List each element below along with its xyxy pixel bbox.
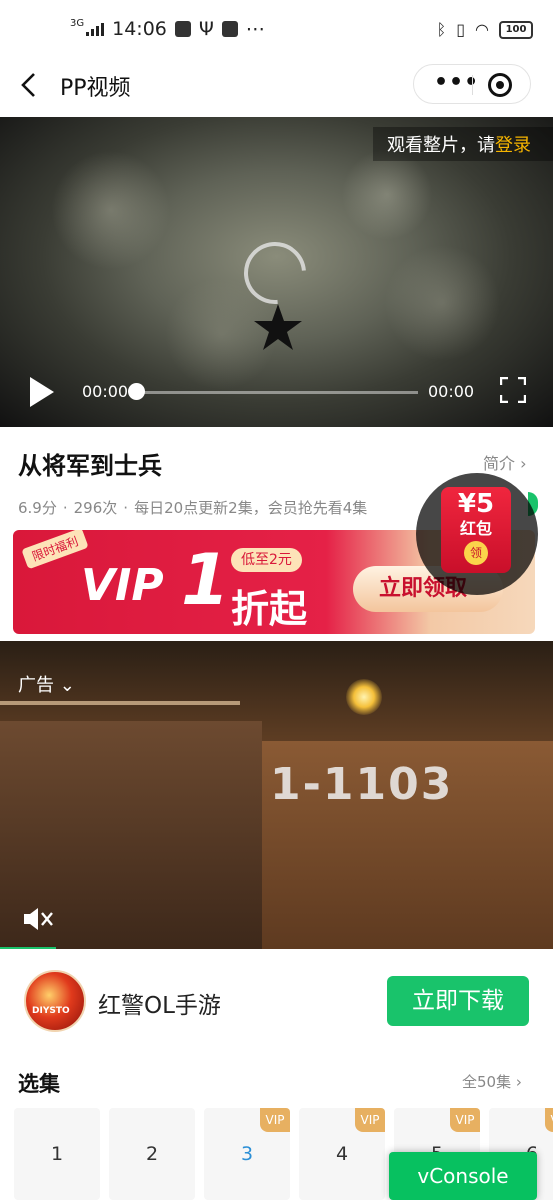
status-bar: 3G 14:06 Ψ ⋯ ᛒ ▯ ◠ 100 bbox=[0, 0, 553, 58]
app-name: 红警OL手游 bbox=[98, 993, 221, 1019]
duration: 00:00 bbox=[428, 382, 475, 401]
close-mini-program-icon[interactable] bbox=[488, 73, 512, 97]
all-episodes-label: 全50集 bbox=[462, 1073, 512, 1091]
wifi-icon: ◠ bbox=[475, 20, 489, 39]
red-packet-icon: ¥5 红包 领 bbox=[441, 487, 511, 573]
star-emblem bbox=[254, 304, 302, 350]
video-title: 从将军到士兵 bbox=[18, 452, 162, 480]
mini-program-capsule: ••• bbox=[413, 64, 531, 104]
red-packet-float[interactable]: ¥5 红包 领 bbox=[416, 473, 538, 595]
vip-badge: VIP bbox=[260, 1108, 290, 1132]
chevron-right-icon: › bbox=[520, 454, 527, 473]
play-icon[interactable] bbox=[28, 375, 56, 409]
vconsole-button[interactable]: vConsole bbox=[389, 1152, 537, 1200]
episode-item-selected[interactable]: 3 VIP bbox=[204, 1108, 290, 1200]
episode-number: 1 bbox=[50, 1143, 64, 1165]
download-button[interactable]: 立即下载 bbox=[387, 976, 529, 1026]
episode-number: 3 bbox=[240, 1143, 254, 1165]
episode-item[interactable]: 1 bbox=[14, 1108, 100, 1200]
vip-discount-number: 1 bbox=[181, 539, 230, 621]
network-type: 3G bbox=[70, 17, 85, 29]
update-info: 每日20点更新2集，会员抢先看4集 bbox=[134, 499, 368, 517]
video-score: 6.9分 bbox=[18, 499, 57, 517]
back-icon[interactable] bbox=[18, 70, 42, 100]
vibrate-icon: ▯ bbox=[456, 20, 466, 39]
episode-item[interactable]: 4 VIP bbox=[299, 1108, 385, 1200]
nav-bar: PP视频 ••• bbox=[0, 58, 553, 116]
capsule-divider bbox=[472, 75, 473, 95]
usb-icon: Ψ bbox=[198, 18, 214, 40]
ship-lamp bbox=[346, 679, 382, 715]
price-pill: 低至2元 bbox=[231, 548, 302, 572]
meta-separator: · bbox=[123, 499, 129, 517]
episode-item[interactable]: 2 bbox=[109, 1108, 195, 1200]
bluetooth-icon: ᛒ bbox=[436, 20, 447, 39]
video-meta: 6.9分 · 296次 · 每日20点更新2集，会员抢先看4集 bbox=[18, 497, 367, 518]
progress-knob[interactable] bbox=[128, 383, 145, 400]
episodes-title: 选集 bbox=[18, 1072, 60, 1096]
discount-suffix: 折起 bbox=[231, 587, 308, 631]
status-right: ᛒ ▯ ◠ 100 bbox=[437, 20, 533, 39]
check-icon bbox=[174, 21, 191, 37]
app-icon[interactable]: DIYSTO bbox=[24, 970, 86, 1032]
red-packet-get: 领 bbox=[464, 541, 488, 565]
red-packet-label: 红包 bbox=[459, 519, 492, 538]
app-icon-text: DIYSTO bbox=[32, 1006, 70, 1016]
ad-progress bbox=[0, 947, 56, 949]
episode-number: 4 bbox=[335, 1143, 349, 1165]
page-title: PP视频 bbox=[60, 76, 131, 101]
intro-label: 简介 bbox=[483, 454, 516, 473]
vip-badge: VIP bbox=[545, 1108, 553, 1132]
ship-rail bbox=[0, 701, 240, 705]
login-link[interactable]: 登录 bbox=[495, 135, 531, 156]
all-episodes-link[interactable]: 全50集 › bbox=[462, 1071, 522, 1092]
chevron-right-icon: › bbox=[515, 1073, 522, 1091]
app-notification-icon bbox=[221, 21, 238, 37]
vip-badge: VIP bbox=[355, 1108, 385, 1132]
login-prompt-text: 观看整片，请 bbox=[387, 135, 495, 156]
battery-icon: 100 bbox=[499, 20, 533, 39]
login-prompt: 观看整片，请登录 bbox=[373, 127, 553, 161]
fullscreen-icon[interactable] bbox=[500, 377, 526, 403]
meta-separator: · bbox=[62, 499, 68, 517]
vip-text: VIP bbox=[81, 560, 164, 611]
clock: 14:06 bbox=[112, 18, 167, 40]
more-notifications-icon: ⋯ bbox=[245, 18, 265, 40]
episode-number: 2 bbox=[145, 1143, 159, 1165]
video-plays: 296次 bbox=[73, 499, 118, 517]
intro-link[interactable]: 简介 › bbox=[483, 450, 527, 474]
ad-label[interactable]: 广告 ⌄ bbox=[18, 671, 75, 697]
video-player[interactable]: 观看整片，请登录 00:00 00:00 bbox=[0, 117, 553, 427]
ad-label-text: 广告 bbox=[18, 675, 54, 696]
ad-video[interactable]: 1-1103 广告 ⌄ bbox=[0, 641, 553, 949]
promo-tag: 限时福利 bbox=[21, 530, 89, 570]
status-left: 3G 14:06 Ψ ⋯ bbox=[70, 17, 265, 41]
current-time: 00:00 bbox=[82, 382, 129, 401]
progress-bar[interactable] bbox=[132, 391, 418, 394]
signal-icon bbox=[86, 22, 105, 36]
vip-badge: VIP bbox=[450, 1108, 480, 1132]
mute-icon[interactable] bbox=[22, 905, 54, 933]
chevron-down-icon: ⌄ bbox=[59, 675, 75, 696]
hull-number: 1-1103 bbox=[270, 759, 454, 810]
